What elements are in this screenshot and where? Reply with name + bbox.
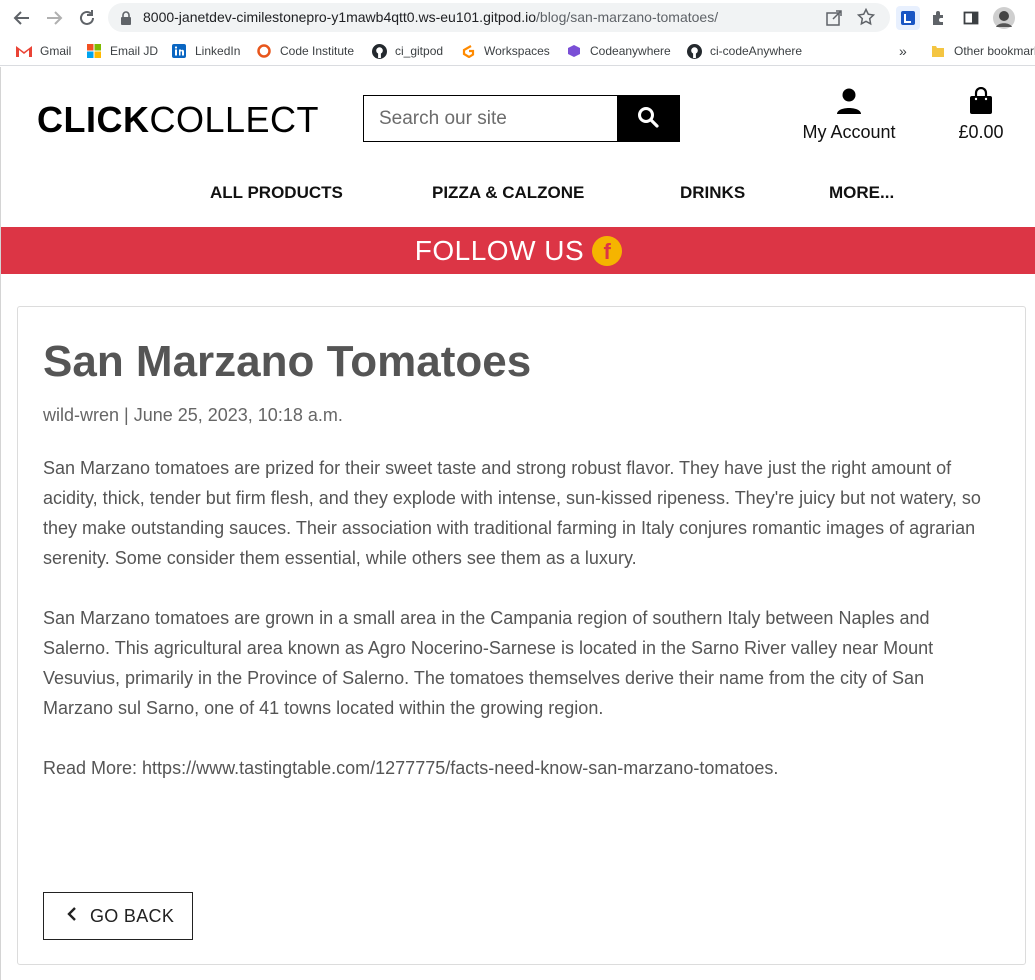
side-panel-icon[interactable]	[959, 6, 983, 30]
bookmark-workspaces[interactable]: Workspaces	[460, 41, 550, 61]
forward-arrow-icon[interactable]	[42, 6, 66, 30]
browser-toolbar: 8000-janetdev-cimilestonepro-y1mawb4qtt0…	[0, 0, 1035, 36]
site-logo[interactable]: CLICKCOLLECT	[37, 99, 319, 141]
go-back-button[interactable]: GO BACK	[43, 892, 193, 940]
search-input[interactable]	[364, 96, 619, 141]
chevron-left-icon	[66, 906, 78, 926]
shopping-bag-link[interactable]: £0.00	[951, 86, 1011, 143]
article-meta: wild-wren | June 25, 2023, 10:18 a.m.	[43, 405, 343, 425]
microsoft-icon	[86, 43, 102, 59]
gmail-icon	[16, 43, 32, 59]
url-text: 8000-janetdev-cimilestonepro-y1mawb4qtt0…	[143, 9, 719, 25]
code-institute-icon	[256, 43, 272, 59]
my-account-link[interactable]: My Account	[791, 87, 907, 143]
bookmark-other[interactable]: Other bookmarks	[930, 41, 1035, 61]
main-nav: ALL PRODUCTS PIZZA & CALZONE DRINKS MORE…	[1, 179, 1035, 211]
nav-all-products[interactable]: ALL PRODUCTS	[210, 183, 343, 203]
linkedin-icon	[171, 43, 187, 59]
search-icon	[637, 106, 659, 132]
folder-icon	[930, 43, 946, 59]
back-arrow-icon[interactable]	[10, 6, 34, 30]
gitpod-icon	[460, 43, 476, 59]
nav-more[interactable]: MORE...	[829, 183, 894, 203]
nav-drinks[interactable]: DRINKS	[680, 183, 745, 203]
share-icon[interactable]	[825, 9, 843, 31]
article-card: San Marzano Tomatoes wild-wren | June 25…	[17, 306, 1026, 965]
article-body: San Marzano tomatoes are prized for thei…	[43, 453, 993, 813]
my-account-label: My Account	[802, 122, 896, 142]
bookmarks-overflow-button[interactable]: »	[899, 41, 907, 61]
reload-icon[interactable]	[75, 6, 99, 30]
bookmark-gmail[interactable]: Gmail	[16, 41, 71, 61]
article-paragraph: San Marzano tomatoes are prized for thei…	[43, 458, 981, 568]
article-read-more: Read More: https://www.tastingtable.com/…	[43, 758, 779, 778]
follow-us-text: FOLLOW US	[414, 234, 585, 266]
bookmark-ci-gitpod[interactable]: ci_gitpod	[371, 41, 443, 61]
address-bar[interactable]: 8000-janetdev-cimilestonepro-y1mawb4qtt0…	[108, 3, 890, 32]
github-icon	[686, 43, 702, 59]
article-paragraph: San Marzano tomatoes are grown in a smal…	[43, 608, 934, 718]
follow-us-banner: FOLLOW US f	[1, 227, 1035, 274]
extension-shield-icon[interactable]	[896, 6, 920, 30]
bookmark-ci-codeanywhere[interactable]: ci-codeAnywhere	[686, 41, 802, 61]
bookmark-linkedin[interactable]: LinkedIn	[171, 41, 240, 61]
codeanywhere-icon	[566, 43, 582, 59]
go-back-label: GO BACK	[90, 905, 175, 926]
search-form	[363, 95, 680, 142]
bookmark-email-jd[interactable]: Email JD	[86, 41, 158, 61]
nav-pizza-calzone[interactable]: PIZZA & CALZONE	[432, 183, 584, 203]
bag-total: £0.00	[958, 122, 1004, 142]
lock-icon	[120, 10, 132, 29]
search-button[interactable]	[617, 96, 679, 141]
bookmark-codeanywhere[interactable]: Codeanywhere	[566, 41, 671, 61]
profile-avatar-icon[interactable]	[992, 6, 1016, 30]
star-icon[interactable]	[856, 7, 876, 30]
puzzle-extensions-icon[interactable]	[927, 6, 951, 30]
user-icon	[836, 88, 862, 119]
bookmarks-bar: Gmail Email JD LinkedIn Code Institute c…	[0, 36, 1035, 66]
bookmark-code-institute[interactable]: Code Institute	[256, 41, 354, 61]
article-title: San Marzano Tomatoes	[43, 337, 532, 386]
page: CLICKCOLLECT My Account £0.00 ALL PRODUC…	[0, 67, 1035, 980]
facebook-icon[interactable]: f	[592, 235, 623, 266]
github-icon	[371, 43, 387, 59]
shopping-bag-icon	[969, 86, 993, 119]
